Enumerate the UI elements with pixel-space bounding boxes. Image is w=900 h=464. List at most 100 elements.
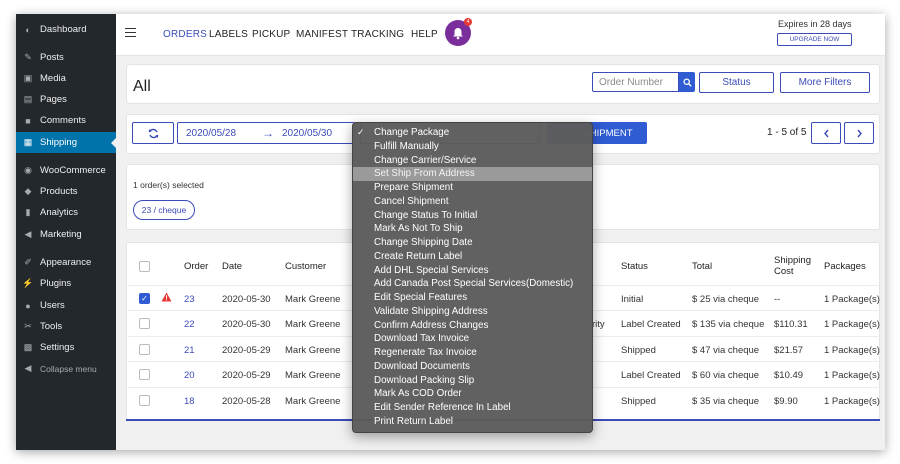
row-checkbox[interactable] (139, 318, 150, 329)
date-to: 2020/05/30 (282, 128, 333, 139)
header-date[interactable]: Date (222, 261, 242, 272)
sidebar-item-appearance[interactable]: ✐ Appearance (16, 252, 116, 273)
sidebar-item-shipping[interactable]: ▦ Shipping (16, 132, 117, 153)
order-total: $ 135 via cheque (692, 319, 765, 330)
header-order[interactable]: Order (184, 261, 208, 272)
menu-item-label: Regenerate Tax Invoice (374, 347, 477, 358)
bulk-action-dropdown-menu: ✓ Change Package Fulfill Manually Change Ca… (352, 122, 593, 433)
nav-manifest[interactable]: MANIFEST (296, 29, 348, 40)
menu-item-add-dhl-special-services[interactable]: Add DHL Special Services (353, 264, 592, 278)
menu-item-add-canada-post-special-services-domestic[interactable]: Add Canada Post Special Services(Domesti… (353, 277, 592, 291)
sidebar-item-dashboard[interactable]: ◐ Dashboard (16, 19, 116, 40)
sidebar-item-comments[interactable]: ■ Comments (16, 110, 116, 131)
order-number-link[interactable]: 23 (184, 294, 195, 305)
order-number-link[interactable]: 22 (184, 319, 195, 330)
upgrade-now-button[interactable]: UPGRADE NOW (777, 33, 852, 46)
nav-orders[interactable]: ORDERS (163, 29, 207, 40)
menu-item-download-tax-invoice[interactable]: Download Tax Invoice (353, 332, 592, 346)
menu-item-label: Change Package (374, 127, 450, 138)
sidebar-item-collapse-menu[interactable]: ◀ Collapse menu (16, 358, 116, 379)
menu-item-create-return-label[interactable]: Create Return Label (353, 250, 592, 264)
selected-count-text: 1 order(s) selected (133, 180, 204, 190)
menu-item-label: Create Return Label (374, 250, 463, 262)
nav-tracking[interactable]: TRACKING (351, 29, 404, 40)
woo-icon: ◉ (24, 165, 32, 175)
sidebar-item-products[interactable]: ◆ Products (16, 181, 116, 202)
sidebar-item-analytics[interactable]: ▮ Analytics (16, 202, 116, 223)
select-all-checkbox[interactable] (139, 261, 150, 272)
sidebar-item-media[interactable]: ▣ Media (16, 68, 116, 89)
date-range-picker[interactable]: 2020/05/28 → 2020/05/30 (177, 122, 355, 144)
sidebar-item-plugins[interactable]: ⚡ Plugins (16, 273, 116, 294)
menu-item-label: Mark As Not To Ship (374, 223, 463, 235)
grid-icon: ▦ (23, 137, 33, 147)
nav-help[interactable]: HELP (411, 29, 438, 40)
order-number-link[interactable]: 21 (184, 345, 195, 356)
order-number-search-input[interactable]: Order Number (592, 72, 679, 92)
box-icon: ◆ (24, 186, 32, 196)
order-date: 2020-05-28 (222, 396, 271, 407)
menu-item-mark-as-cod-order[interactable]: Mark As COD Order (353, 387, 592, 401)
menu-item-edit-special-features[interactable]: Edit Special Features (353, 291, 592, 305)
sidebar-item-marketing[interactable]: ◀ Marketing (16, 224, 116, 245)
menu-item-cancel-shipment[interactable]: Cancel Shipment (353, 195, 592, 209)
media-icon: ▣ (23, 73, 33, 83)
prev-page-button[interactable] (811, 122, 841, 144)
pages-icon: ▤ (23, 94, 33, 104)
menu-item-label: Download Packing Slip (374, 374, 475, 386)
menu-item-mark-as-not-to-ship[interactable]: Mark As Not To Ship (353, 222, 592, 236)
hamburger-menu-icon[interactable] (125, 28, 136, 37)
sidebar-item-label: Comments (40, 115, 86, 126)
header-status[interactable]: Status (621, 261, 648, 272)
menu-item-edit-sender-reference-in-label[interactable]: Edit Sender Reference In Label (353, 401, 592, 415)
order-number-link[interactable]: 20 (184, 370, 195, 381)
menu-item-change-shipping-date[interactable]: Change Shipping Date (353, 236, 592, 250)
menu-item-change-status-to-initial[interactable]: Change Status To Initial (353, 209, 592, 223)
order-number-link[interactable]: 18 (184, 396, 195, 407)
menu-item-confirm-address-changes[interactable]: Confirm Address Changes (353, 319, 592, 333)
notification-badge: 4 (464, 18, 472, 26)
menu-item-download-packing-slip[interactable]: Download Packing Slip (353, 374, 592, 388)
header-shipping-cost[interactable]: Shipping Cost (774, 255, 811, 277)
selected-order-chip[interactable]: 23 / cheque (133, 200, 195, 220)
chevron-left-icon (823, 129, 829, 137)
order-status: Shipped (621, 396, 656, 407)
row-checkbox[interactable]: ✓ (139, 293, 150, 304)
sidebar-item-posts[interactable]: ✎ Posts (16, 47, 116, 68)
header-packages[interactable]: Packages (824, 261, 866, 272)
menu-item-download-documents[interactable]: Download Documents (353, 360, 592, 374)
header-customer[interactable]: Customer (285, 261, 326, 272)
nav-pickup[interactable]: PICKUP (252, 29, 290, 40)
order-total: $ 47 via cheque (692, 345, 760, 356)
row-checkbox[interactable] (139, 344, 150, 355)
sidebar-item-label: Settings (40, 342, 75, 353)
shipping-cost: $21.57 (774, 345, 804, 356)
menu-item-fulfill-manually[interactable]: Fulfill Manually (353, 140, 592, 154)
sidebar-item-users[interactable]: ● Users (16, 295, 116, 316)
menu-item-set-ship-from-address[interactable]: Set Ship From Address (353, 167, 592, 181)
header-total[interactable]: Total (692, 261, 712, 272)
menu-item-label: Change Shipping Date (374, 237, 473, 248)
sidebar-item-tools[interactable]: ✂ Tools (16, 316, 116, 337)
row-checkbox[interactable] (139, 395, 150, 406)
menu-item-change-carrier-service[interactable]: Change Carrier/Service (353, 154, 592, 168)
row-checkbox[interactable] (139, 369, 150, 380)
sidebar-item-woocommerce[interactable]: ◉ WooCommerce (16, 160, 116, 181)
menu-item-validate-shipping-address[interactable]: Validate Shipping Address (353, 305, 592, 319)
refresh-button[interactable] (132, 122, 174, 144)
nav-labels[interactable]: LABELS (209, 29, 248, 40)
search-button[interactable] (679, 72, 695, 92)
sidebar-item-pages[interactable]: ▤ Pages (16, 89, 116, 110)
customer-name: Mark Greene (285, 345, 341, 356)
next-page-button[interactable] (844, 122, 874, 144)
date-from: 2020/05/28 (186, 128, 237, 139)
more-filters-button[interactable]: More Filters (780, 72, 870, 93)
menu-item-change-package[interactable]: ✓ Change Package (353, 126, 592, 140)
page-title: All (133, 78, 151, 95)
sidebar-item-settings[interactable]: ▩ Settings (16, 337, 116, 358)
status-filter-button[interactable]: Status (699, 72, 774, 93)
menu-item-label: Change Status To Initial (374, 209, 478, 221)
menu-item-prepare-shipment[interactable]: Prepare Shipment (353, 181, 592, 195)
menu-item-print-return-label[interactable]: Print Return Label (353, 415, 592, 429)
menu-item-regenerate-tax-invoice[interactable]: Regenerate Tax Invoice (353, 346, 592, 360)
